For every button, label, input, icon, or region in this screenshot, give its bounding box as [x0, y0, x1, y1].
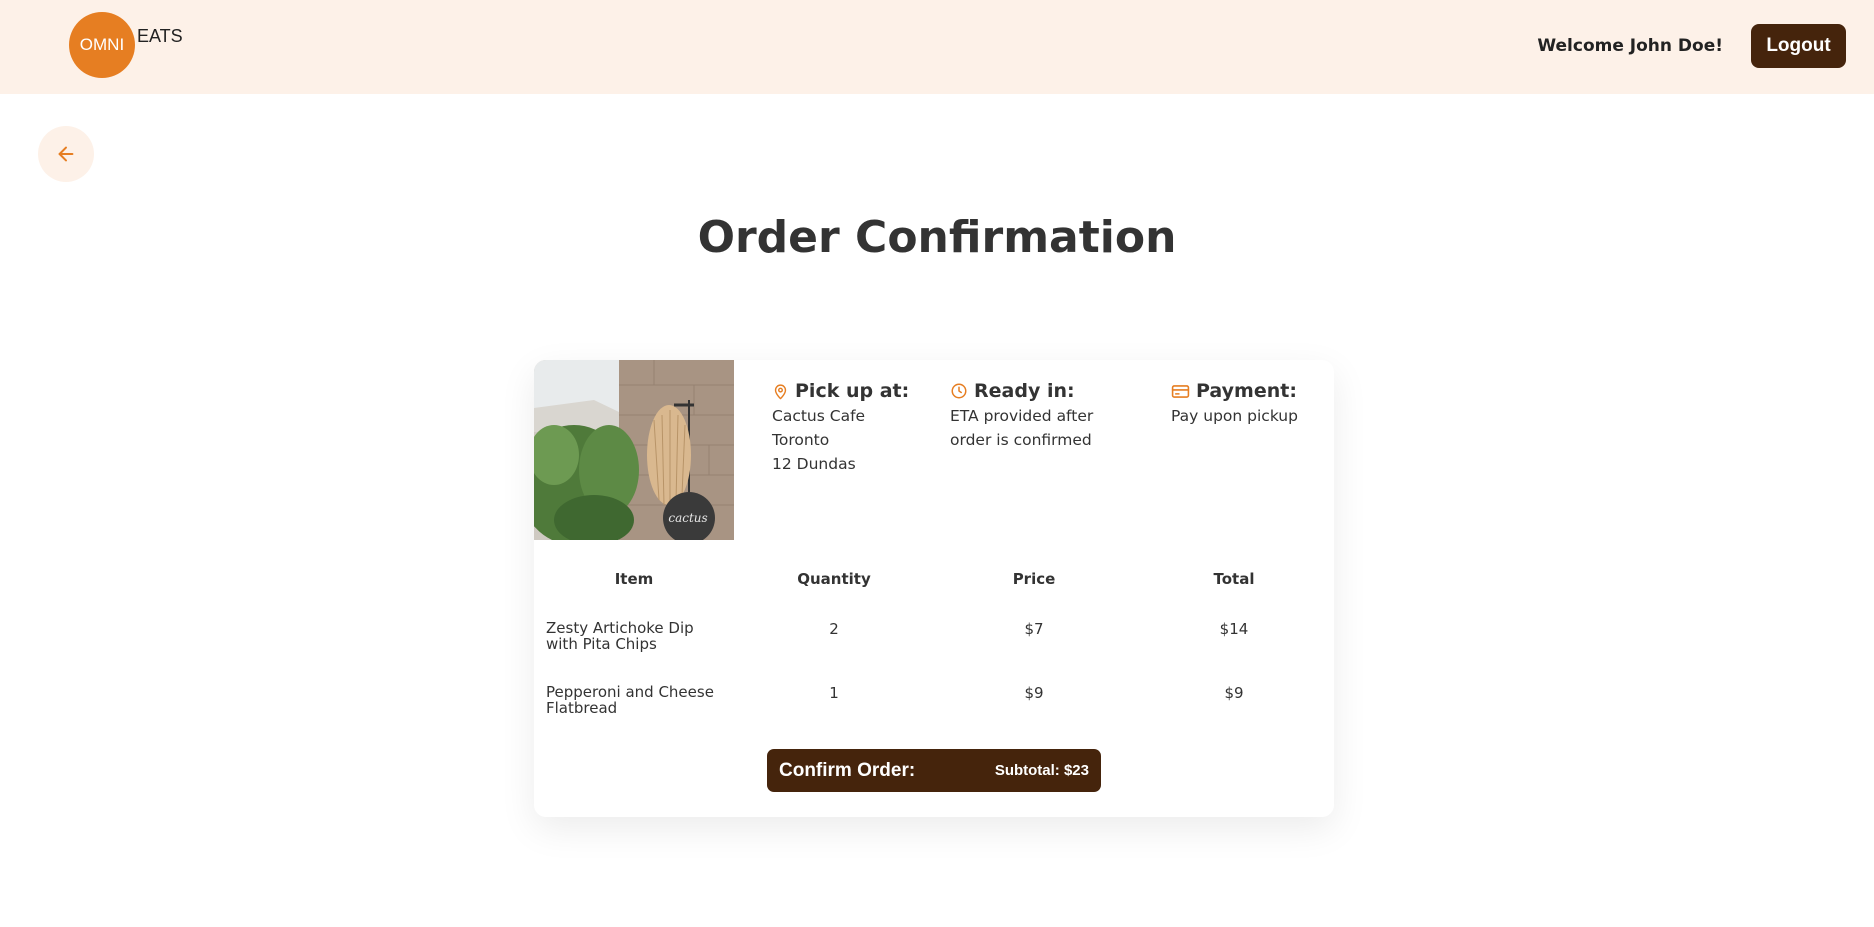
pickup-line: Toronto — [772, 431, 830, 449]
arrow-left-icon — [58, 146, 74, 162]
subtotal-text: Subtotal: $23 — [994, 762, 1089, 779]
map-pin-icon — [774, 383, 787, 399]
back-button[interactable] — [38, 126, 94, 182]
pickup-title: Pick up at: — [795, 380, 910, 402]
ready-title: Ready in: — [974, 380, 1075, 402]
logout-button[interactable]: Logout — [1751, 24, 1846, 68]
column-header-quantity: Quantity — [797, 570, 871, 588]
item-price: $7 — [1024, 620, 1044, 638]
omni-eats-logo[interactable]: OMNI EATS — [69, 12, 183, 78]
item-total: $14 — [1219, 620, 1249, 638]
top-nav: OMNI EATS Welcome John Doe! Logout — [0, 0, 1874, 94]
pickup-line: 12 Dundas — [772, 455, 856, 473]
item-total: $9 — [1224, 684, 1244, 702]
credit-card-icon — [1171, 384, 1190, 398]
item-quantity: 1 — [829, 684, 839, 702]
ready-info: Ready in: ETA provided after order is co… — [950, 380, 1093, 452]
confirm-order-button[interactable]: Confirm Order: Subtotal: $23 — [767, 749, 1101, 792]
column-header-total: Total — [1213, 570, 1255, 588]
payment-info: Payment: Pay upon pickup — [1171, 380, 1298, 428]
column-header-price: Price — [1012, 570, 1056, 588]
item-name: Pepperoni and Cheese Flatbread — [546, 683, 714, 717]
welcome-message: Welcome John Doe! — [1537, 36, 1723, 56]
pickup-info: Pick up at: Cactus Cafe Toronto 12 Dunda… — [772, 380, 909, 476]
page-title: Order Confirmation — [697, 212, 1177, 263]
restaurant-photo: cactus — [534, 360, 734, 540]
clock-icon — [951, 383, 967, 399]
payment-title: Payment: — [1196, 380, 1297, 402]
ready-line: order is confirmed — [950, 431, 1092, 449]
sign-lettering: cactus — [668, 511, 707, 525]
item-price: $9 — [1024, 684, 1044, 702]
payment-line: Pay upon pickup — [1171, 407, 1298, 425]
logo-circle: OMNI — [69, 12, 135, 78]
confirm-order-label: Confirm Order: — [779, 760, 916, 781]
pickup-line: Cactus Cafe — [772, 407, 866, 425]
column-header-item: Item — [614, 570, 654, 588]
item-quantity: 2 — [829, 620, 839, 638]
item-name: Zesty Artichoke Dip with Pita Chips — [546, 619, 694, 653]
order-card: cactus Pick up at: Cactus Cafe Toronto 1… — [534, 360, 1334, 817]
ready-line: ETA provided after — [950, 407, 1094, 425]
logo-text: EATS — [137, 25, 183, 46]
